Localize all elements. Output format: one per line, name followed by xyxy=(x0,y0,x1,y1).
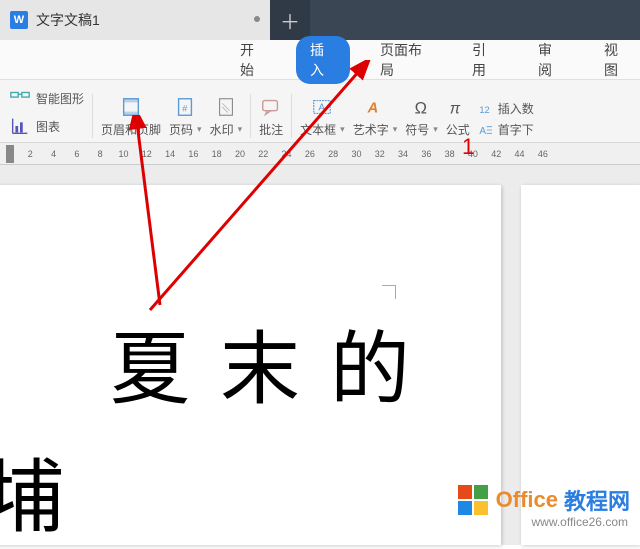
svg-text:A: A xyxy=(319,103,326,114)
header-footer-icon xyxy=(119,95,143,119)
equation-button[interactable]: π 公式 xyxy=(442,95,474,138)
dropdown-icon: ▾ xyxy=(393,124,398,135)
dropcap-button[interactable]: A 首字下 xyxy=(478,121,534,138)
symbol-button[interactable]: Ω 符号▾ xyxy=(401,95,442,138)
textbox-icon: A xyxy=(310,95,334,119)
dropdown-icon: ▾ xyxy=(340,124,345,135)
svg-text:#: # xyxy=(183,104,189,114)
document-tab[interactable]: W 文字文稿1 xyxy=(0,0,270,40)
chart-button[interactable]: 图表 xyxy=(8,114,84,138)
menu-insert[interactable]: 插入 xyxy=(296,36,350,84)
menu-view[interactable]: 视图 xyxy=(594,36,640,84)
horizontal-ruler[interactable]: 2468 10121416 18202224 26283032 34363840… xyxy=(0,143,640,165)
dropdown-icon: ▾ xyxy=(238,124,243,135)
wordart-icon: A xyxy=(363,95,387,119)
document-text-line2: 埔 xyxy=(0,433,64,549)
document-page-1[interactable]: 夏末的 埔 xyxy=(0,185,501,545)
watermark-icon xyxy=(214,95,238,119)
menu-layout[interactable]: 页面布局 xyxy=(370,36,442,84)
menu-review[interactable]: 审阅 xyxy=(528,36,574,84)
watermark-brand-1: Office xyxy=(496,487,558,513)
textbox-button[interactable]: A 文本框▾ xyxy=(296,95,349,138)
svg-text:A: A xyxy=(367,101,379,117)
page-number-button[interactable]: # 页码▾ xyxy=(165,95,206,138)
annotation-label-1: 1 xyxy=(462,134,474,160)
watermark-brand-2: 教程网 xyxy=(564,484,630,516)
header-footer-button[interactable]: 页眉和页脚 xyxy=(97,95,165,138)
dropcap-icon: A xyxy=(478,122,494,138)
word-doc-icon: W xyxy=(10,11,28,29)
wordart-button[interactable]: A 艺术字▾ xyxy=(349,95,402,138)
watermark-url: www.office26.com xyxy=(532,515,629,529)
svg-text:A: A xyxy=(479,126,486,137)
menu-ref[interactable]: 引用 xyxy=(462,36,508,84)
title-bar: W 文字文稿1 ＋ xyxy=(0,0,640,40)
page-number-icon: # xyxy=(173,95,197,119)
svg-text:π: π xyxy=(450,100,461,117)
number-icon: 12 xyxy=(478,101,494,117)
menu-bar: 开始 插入 页面布局 引用 审阅 视图 xyxy=(0,40,640,80)
watermark-button[interactable]: 水印▾ xyxy=(206,95,247,138)
dropdown-icon: ▾ xyxy=(433,124,438,135)
equation-icon: π xyxy=(446,95,470,119)
watermark-logo: Office教程网 xyxy=(456,483,630,517)
margin-corner-icon xyxy=(382,285,396,299)
symbol-icon: Ω xyxy=(410,95,434,119)
comment-button[interactable]: 批注 xyxy=(255,95,287,138)
chart-icon xyxy=(8,114,32,138)
office-logo-icon xyxy=(456,483,490,517)
smartart-icon xyxy=(8,86,32,110)
document-text-line1: 夏末的 xyxy=(110,305,481,421)
dropdown-icon: ▾ xyxy=(197,124,202,135)
svg-text:Ω: Ω xyxy=(414,99,426,117)
tab-unsaved-dot xyxy=(254,16,260,22)
insert-number-button[interactable]: 12 插入数 xyxy=(478,100,534,117)
menu-start[interactable]: 开始 xyxy=(230,36,276,84)
ribbon-toolbar: 智能图形 图表 页眉和页脚 # 页码▾ 水印▾ 批注 A 文本框▾ A 艺术字▾… xyxy=(0,80,640,143)
svg-text:12: 12 xyxy=(479,105,489,115)
comment-icon xyxy=(259,95,283,119)
smartart-button[interactable]: 智能图形 xyxy=(8,86,84,110)
tab-title: 文字文稿1 xyxy=(36,10,100,30)
new-tab-button[interactable]: ＋ xyxy=(270,0,310,40)
